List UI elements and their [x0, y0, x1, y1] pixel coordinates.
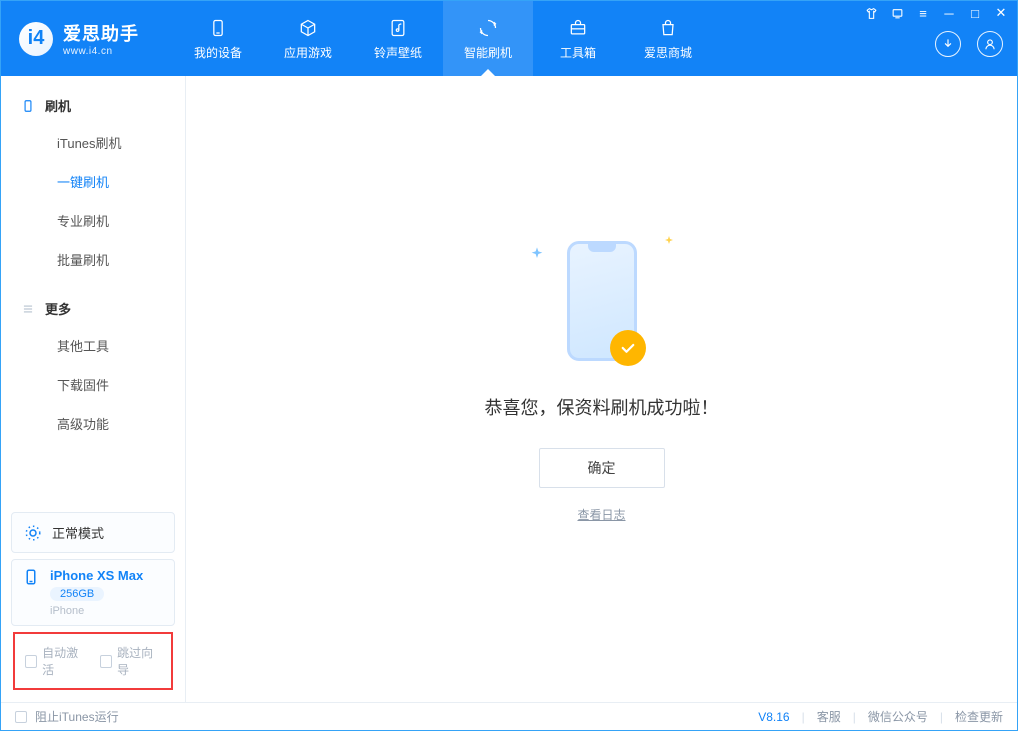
view-log-link[interactable]: 查看日志	[577, 506, 625, 523]
block-itunes-label: 阻止iTunes运行	[35, 708, 119, 725]
close-button[interactable]: ✕	[993, 5, 1009, 21]
tab-store[interactable]: 爱思商城	[623, 1, 713, 76]
bag-icon	[656, 16, 680, 40]
tab-label: 应用游戏	[284, 44, 332, 61]
success-illustration	[517, 226, 687, 376]
footer-link-service[interactable]: 客服	[817, 708, 841, 725]
menu-icon[interactable]: ≡	[915, 5, 931, 21]
sidebar-item-batch-flash[interactable]: 批量刷机	[1, 240, 185, 279]
sidebar-item-pro-flash[interactable]: 专业刷机	[1, 201, 185, 240]
user-icon[interactable]	[977, 31, 1003, 57]
app-title: 爱思助手	[63, 20, 139, 46]
device-name: iPhone XS Max	[50, 568, 143, 583]
sparkle-icon	[529, 246, 545, 267]
sidebar-item-itunes-flash[interactable]: iTunes刷机	[1, 123, 185, 162]
section-title-text: 更多	[45, 299, 71, 318]
feedback-icon[interactable]	[889, 5, 905, 21]
sidebar-item-download-firmware[interactable]: 下载固件	[1, 365, 185, 404]
cube-icon	[296, 16, 320, 40]
tab-label: 智能刷机	[464, 44, 512, 61]
window-controls: ≡ ─ □ ✕	[863, 5, 1009, 21]
section-title-text: 刷机	[45, 96, 71, 115]
sidebar-item-advanced[interactable]: 高级功能	[1, 404, 185, 443]
checkbox-auto-activate[interactable]	[25, 655, 37, 668]
logo-text: 爱思助手 www.i4.cn	[63, 20, 139, 57]
tab-toolbox[interactable]: 工具箱	[533, 1, 623, 76]
app-logo-icon: i4	[19, 22, 53, 56]
nav-tabs: 我的设备 应用游戏 铃声壁纸 智能刷机 工具箱	[173, 1, 713, 76]
checkbox-block-itunes[interactable]	[15, 711, 27, 723]
phone-frame-icon	[567, 241, 637, 361]
logo-area: i4 爱思助手 www.i4.cn	[1, 1, 157, 76]
tab-smart-flash[interactable]: 智能刷机	[443, 1, 533, 76]
sparkle-icon	[663, 234, 675, 252]
status-mode-text: 正常模式	[52, 523, 104, 542]
refresh-icon	[476, 16, 500, 40]
toolbox-icon	[566, 16, 590, 40]
device-icon	[21, 99, 35, 113]
checkbox-skip-guide[interactable]	[100, 655, 112, 668]
version-text: V8.16	[758, 710, 789, 724]
section-flash[interactable]: 刷机	[1, 88, 185, 123]
tab-label: 工具箱	[560, 44, 596, 61]
footer-link-wechat[interactable]: 微信公众号	[868, 708, 928, 725]
device-info-card[interactable]: iPhone XS Max 256GB iPhone	[11, 559, 175, 626]
tab-ringtone-wallpaper[interactable]: 铃声壁纸	[353, 1, 443, 76]
opt-label: 自动激活	[42, 644, 86, 678]
music-icon	[386, 16, 410, 40]
device-storage: 256GB	[50, 587, 104, 601]
options-highlight-box: 自动激活 跳过向导	[13, 632, 173, 690]
list-icon	[21, 302, 35, 316]
option-skip-guide[interactable]: 跳过向导	[100, 644, 161, 678]
footer-bar: 阻止iTunes运行 V8.16 | 客服 | 微信公众号 | 检查更新	[1, 702, 1017, 730]
device-status-card[interactable]: 正常模式	[11, 512, 175, 553]
phone-small-icon	[22, 568, 40, 586]
sidebar-item-other-tools[interactable]: 其他工具	[1, 326, 185, 365]
header-actions	[935, 31, 1003, 57]
option-auto-activate[interactable]: 自动激活	[25, 644, 86, 678]
sidebar: 刷机 iTunes刷机 一键刷机 专业刷机 批量刷机 更多 其他工具 下载固件 …	[1, 76, 186, 702]
app-subtitle: www.i4.cn	[63, 46, 139, 57]
tab-my-device[interactable]: 我的设备	[173, 1, 263, 76]
tab-apps-games[interactable]: 应用游戏	[263, 1, 353, 76]
section-more[interactable]: 更多	[1, 291, 185, 326]
check-badge-icon	[610, 330, 646, 366]
main-content: 恭喜您，保资料刷机成功啦！ 确定 查看日志	[186, 76, 1017, 702]
header-bar: i4 爱思助手 www.i4.cn 我的设备 应用游戏 铃声壁纸	[1, 1, 1017, 76]
sidebar-item-one-click-flash[interactable]: 一键刷机	[1, 162, 185, 201]
tab-label: 爱思商城	[644, 44, 692, 61]
tab-label: 铃声壁纸	[374, 44, 422, 61]
minimize-button[interactable]: ─	[941, 5, 957, 21]
opt-label: 跳过向导	[117, 644, 161, 678]
ok-button[interactable]: 确定	[539, 448, 665, 488]
download-icon[interactable]	[935, 31, 961, 57]
mode-icon	[24, 524, 42, 542]
device-type: iPhone	[50, 605, 143, 617]
success-message: 恭喜您，保资料刷机成功啦！	[485, 394, 719, 420]
footer-link-update[interactable]: 检查更新	[955, 708, 1003, 725]
success-panel: 恭喜您，保资料刷机成功啦！ 确定 查看日志	[485, 226, 719, 523]
maximize-button[interactable]: □	[967, 5, 983, 21]
shirt-icon[interactable]	[863, 5, 879, 21]
phone-icon	[206, 16, 230, 40]
tab-label: 我的设备	[194, 44, 242, 61]
